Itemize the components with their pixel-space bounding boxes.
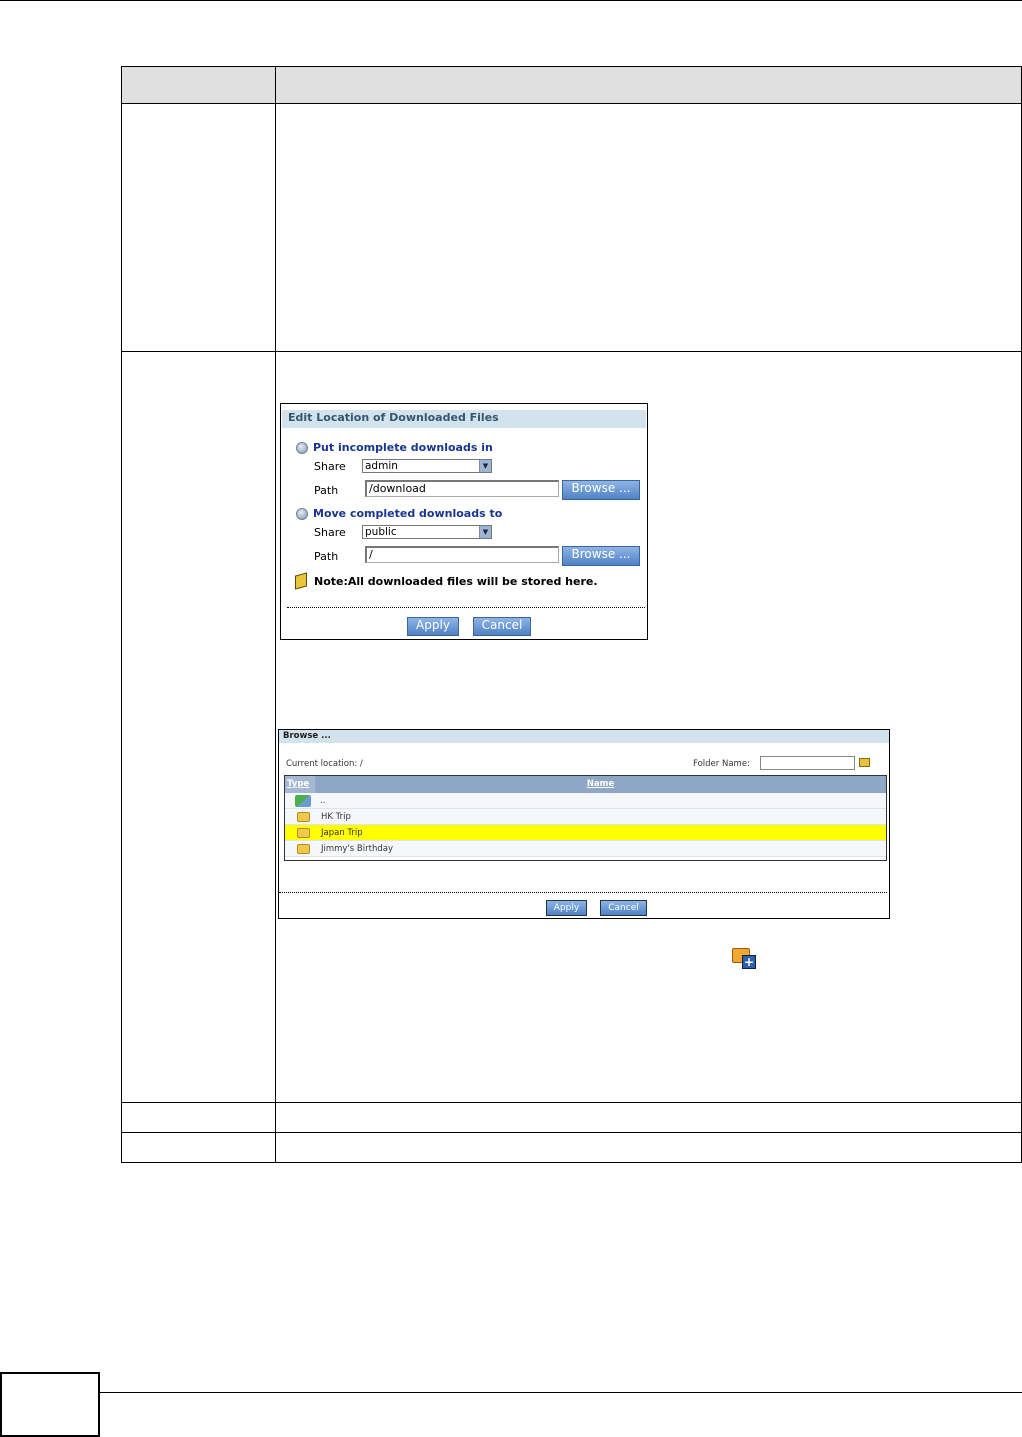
- table-row: [121, 1102, 1022, 1133]
- cancel-button[interactable]: Cancel: [600, 900, 647, 916]
- browse-button[interactable]: Browse ...: [562, 546, 640, 566]
- chevron-down-icon[interactable]: ▼: [479, 460, 491, 472]
- share-label: Share: [314, 460, 346, 473]
- edit-location-dialog: Edit Location of Downloaded Files Put in…: [280, 403, 648, 640]
- new-folder-icon[interactable]: [859, 758, 870, 767]
- folder-name-label: Folder Name:: [693, 759, 750, 769]
- apply-button[interactable]: Apply: [407, 617, 459, 636]
- completed-path-input[interactable]: /: [365, 546, 559, 563]
- path-label: Path: [314, 484, 339, 497]
- radio-icon[interactable]: [296, 441, 308, 454]
- list-item[interactable]: ..: [285, 793, 886, 809]
- column-type[interactable]: Type: [285, 776, 315, 793]
- column-name[interactable]: Name: [315, 776, 886, 793]
- new-folder-icon: +: [730, 946, 758, 970]
- table-header-row: [121, 66, 1022, 104]
- radio-icon[interactable]: [296, 507, 308, 520]
- cancel-button[interactable]: Cancel: [473, 617, 531, 636]
- share-label: Share: [314, 526, 346, 539]
- folder-list: Type Name .. HK Trip Japan Trip Jimmy's B…: [284, 775, 887, 861]
- list-item[interactable]: Jimmy's Birthday: [285, 841, 886, 857]
- page-number-box: [0, 1372, 100, 1437]
- note: Note:All downloaded files will be stored…: [295, 572, 598, 590]
- dialog-title: Edit Location of Downloaded Files: [282, 410, 646, 428]
- chevron-down-icon[interactable]: ▼: [479, 526, 491, 538]
- incomplete-option[interactable]: Put incomplete downloads in: [296, 441, 493, 454]
- list-item-selected[interactable]: Japan Trip: [285, 825, 886, 841]
- header-rule: [0, 0, 1022, 1]
- table-row: [121, 103, 1022, 352]
- table-row: [121, 1132, 1022, 1163]
- list-item[interactable]: HK Trip: [285, 809, 886, 825]
- note-icon: [295, 572, 307, 590]
- incomplete-path-input[interactable]: /download: [365, 480, 559, 497]
- folder-name-input[interactable]: [760, 756, 855, 770]
- apply-button[interactable]: Apply: [546, 900, 587, 916]
- folder-icon: [297, 827, 310, 838]
- incomplete-share-select[interactable]: admin ▼: [362, 459, 492, 473]
- folder-icon: [297, 811, 310, 822]
- divider: [279, 892, 887, 893]
- folder-icon: [297, 843, 310, 854]
- divider: [287, 607, 645, 608]
- footer-rule: [100, 1392, 1022, 1393]
- current-location: Current location: /: [286, 759, 363, 769]
- browse-dialog: Browse ... Current location: / Folder Na…: [278, 729, 890, 919]
- path-label: Path: [314, 550, 339, 563]
- up-folder-icon: [295, 794, 311, 807]
- completed-share-select[interactable]: public ▼: [362, 525, 492, 539]
- browse-button[interactable]: Browse ...: [562, 480, 640, 500]
- dialog-title: Browse ...: [279, 730, 889, 743]
- completed-option[interactable]: Move completed downloads to: [296, 507, 502, 520]
